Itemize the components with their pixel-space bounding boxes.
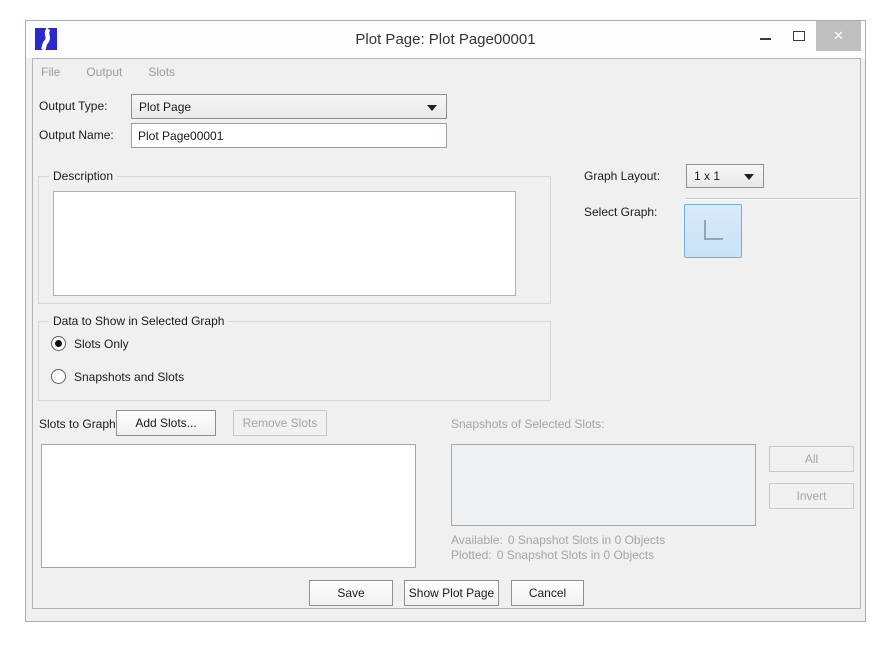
plotted-stat-label: Plotted: [451, 548, 492, 562]
window-controls: ✕ [748, 21, 861, 51]
show-plot-page-button-label: Show Plot Page [409, 586, 494, 600]
save-button[interactable]: Save [309, 580, 393, 606]
chevron-down-icon [427, 105, 437, 111]
radio-button-icon [51, 336, 66, 351]
slots-list[interactable] [41, 444, 416, 568]
plot-page-dialog: Plot Page: Plot Page00001 ✕ File Output … [25, 20, 866, 622]
plotted-stat: Plotted: 0 Snapshot Slots in 0 Objects [451, 548, 670, 563]
snapshots-of-selected-slots-label: Snapshots of Selected Slots: [451, 417, 604, 431]
horizontal-separator [686, 198, 858, 200]
output-type-label: Output Type: [39, 99, 108, 113]
output-name-label: Output Name: [39, 128, 114, 142]
radio-slots-only[interactable]: Slots Only [51, 336, 129, 351]
menu-output[interactable]: Output [86, 65, 122, 79]
add-slots-button-label: Add Slots... [135, 416, 196, 430]
window-title: Plot Page: Plot Page00001 [26, 21, 865, 58]
snapshot-stats: Available:0 Snapshot Slots in 0 Objects … [451, 533, 670, 563]
select-graph-button[interactable] [684, 204, 742, 258]
graph-layout-label: Graph Layout: [584, 169, 660, 183]
description-group: Description [38, 176, 551, 304]
graph-axes-icon [685, 205, 741, 257]
output-name-value: Plot Page00001 [138, 129, 223, 143]
all-button-label: All [805, 452, 818, 466]
maximize-button[interactable] [782, 21, 816, 51]
radio-slots-only-label: Slots Only [74, 337, 129, 351]
titlebar[interactable]: Plot Page: Plot Page00001 ✕ [26, 21, 865, 58]
data-to-show-group-label: Data to Show in Selected Graph [49, 314, 228, 328]
description-textarea[interactable] [53, 191, 516, 296]
output-name-input[interactable]: Plot Page00001 [131, 123, 447, 148]
plotted-stat-value: 0 Snapshot Slots in 0 Objects [497, 548, 654, 562]
available-stat: Available: 0 Snapshot Slots in 0 Objects [451, 533, 670, 548]
radio-button-icon [51, 369, 66, 384]
show-plot-page-button[interactable]: Show Plot Page [404, 580, 499, 606]
save-button-label: Save [337, 586, 364, 600]
close-button[interactable]: ✕ [816, 21, 861, 51]
minimize-icon [760, 38, 771, 40]
data-to-show-group: Data to Show in Selected Graph Slots Onl… [38, 321, 551, 401]
output-type-value: Plot Page [139, 95, 191, 118]
graph-layout-value: 1 x 1 [694, 165, 720, 187]
output-type-combobox[interactable]: Plot Page [131, 94, 447, 119]
close-icon: ✕ [833, 29, 844, 44]
graph-layout-combobox[interactable]: 1 x 1 [686, 164, 764, 188]
chevron-down-icon [744, 174, 754, 180]
radio-snapshots-and-slots[interactable]: Snapshots and Slots [51, 369, 184, 384]
available-stat-label: Available: [451, 533, 503, 547]
remove-slots-button-label: Remove Slots [243, 416, 318, 430]
remove-slots-button[interactable]: Remove Slots [233, 410, 327, 436]
radio-snapshots-and-slots-label: Snapshots and Slots [74, 370, 184, 384]
minimize-button[interactable] [748, 21, 782, 51]
menubar: File Output Slots [33, 59, 860, 85]
add-slots-button[interactable]: Add Slots... [116, 410, 216, 436]
invert-button-label: Invert [796, 489, 826, 503]
cancel-button-label: Cancel [529, 586, 566, 600]
snapshots-list[interactable] [451, 444, 756, 526]
available-stat-value: 0 Snapshot Slots in 0 Objects [508, 533, 665, 547]
slots-to-graph-label: Slots to Graph: [39, 417, 119, 431]
menu-slots[interactable]: Slots [148, 65, 175, 79]
cancel-button[interactable]: Cancel [511, 580, 584, 606]
invert-button[interactable]: Invert [769, 483, 854, 509]
description-group-label: Description [49, 169, 117, 183]
maximize-icon [793, 31, 805, 41]
menu-file[interactable]: File [41, 65, 60, 79]
dialog-body: File Output Slots Output Type: Plot Page… [32, 58, 861, 609]
select-graph-label: Select Graph: [584, 205, 657, 219]
all-button[interactable]: All [769, 446, 854, 472]
